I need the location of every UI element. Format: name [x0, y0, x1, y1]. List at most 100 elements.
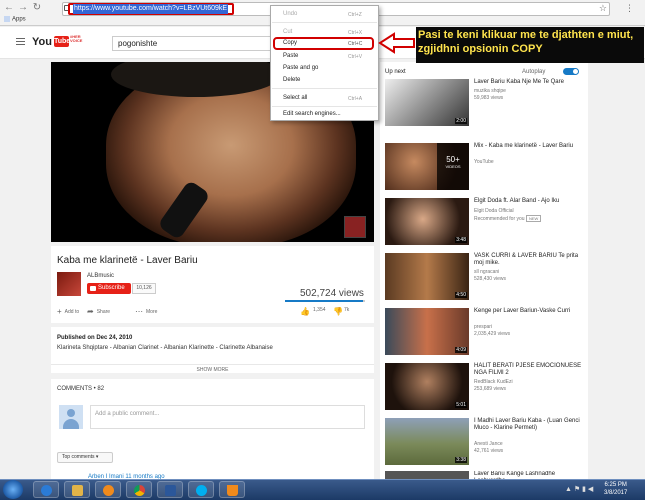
word-icon: [165, 485, 176, 496]
recommended-video[interactable]: 3:48 Elgit Doda ft. Alar Band - Ajo Iku …: [385, 198, 585, 246]
like-button[interactable]: 👍: [300, 307, 313, 316]
reload-button[interactable]: ↻: [32, 2, 42, 14]
shortcut-paste: Ctrl+V: [348, 54, 363, 60]
channel-avatar[interactable]: [57, 272, 81, 296]
browser-menu-icon[interactable]: ⋮: [625, 3, 634, 14]
menu-item-paste-and-go[interactable]: Paste and go: [283, 65, 318, 71]
shortcut-cut: Ctrl+X: [348, 30, 363, 36]
recommended-video[interactable]: 4:50 VASK CURRI & LAVER BARIU Te prita m…: [385, 253, 585, 301]
comment-input[interactable]: Add a public comment...: [90, 405, 365, 429]
recommended-video[interactable]: Laver Bariu Kange Lashnadhe Leshverdhe: [385, 471, 585, 479]
clock-date: 3/8/2017: [604, 490, 628, 496]
like-count: 1,354: [313, 307, 326, 313]
menu-item-select-all[interactable]: Select all: [283, 95, 307, 101]
more-dots-icon: ⋯: [135, 307, 143, 316]
recommended-mix[interactable]: 50+ VIDEOS Mix - Kaba me klarinetë - Lave…: [385, 143, 585, 191]
menu-item-cut[interactable]: Cut: [283, 29, 292, 35]
youtube-doodle: #HER VOICE: [70, 34, 83, 43]
rec-title[interactable]: Mix - Kaba me klarinetë - Laver Bariu: [474, 143, 582, 150]
duration-badge: 4:50: [455, 292, 467, 298]
duration-badge: 5:01: [455, 402, 467, 408]
video-thumbnail[interactable]: 4:09: [385, 308, 469, 355]
skype-taskbar-button[interactable]: [188, 481, 214, 498]
word-taskbar-button[interactable]: [157, 481, 183, 498]
system-tray-icons[interactable]: ▲ ⚑ ▮ ◀: [565, 485, 593, 493]
apps-shortcut[interactable]: Apps: [4, 16, 26, 23]
explorer-taskbar-button[interactable]: [64, 481, 90, 498]
folder-icon: [72, 485, 83, 496]
video-thumbnail[interactable]: 5:01: [385, 363, 469, 410]
user-avatar: [59, 405, 83, 429]
youtube-logo-tube[interactable]: Tube: [54, 36, 70, 47]
duration-badge: 3:38: [455, 457, 467, 463]
menu-item-edit-search-engines[interactable]: Edit search engines...: [283, 111, 341, 117]
vlc-icon: [227, 485, 238, 496]
ie-taskbar-button[interactable]: [33, 481, 59, 498]
system-clock[interactable]: 6:25 PM 3/8/2017: [604, 481, 627, 497]
clock-time: 6:25 PM: [604, 482, 627, 488]
view-count: 502,724 views: [300, 288, 364, 299]
share-button[interactable]: ➦ Share: [87, 307, 110, 316]
video-thumbnail[interactable]: 4:50: [385, 253, 469, 300]
bookmark-star-icon[interactable]: ☆: [599, 3, 607, 14]
url-text[interactable]: https://www.youtube.com/watch?v=LBzVUt60…: [73, 4, 229, 14]
youtube-logo[interactable]: You: [32, 36, 52, 48]
shortcut-select-all: Ctrl+A: [348, 96, 363, 102]
video-thumbnail[interactable]: 2:00: [385, 79, 469, 126]
video-thumbnail[interactable]: 3:48: [385, 198, 469, 245]
sort-comments-dropdown[interactable]: Top comments ▾: [57, 452, 113, 463]
autoplay-label: Autoplay: [522, 69, 546, 75]
video-thumbnail[interactable]: 3:38: [385, 418, 469, 465]
thumbs-up-icon: 👍: [300, 307, 310, 316]
hamburger-menu-icon[interactable]: [16, 38, 25, 45]
recommended-video[interactable]: 3:38 I Madhi Laver Bariu Kaba - (Luan Ge…: [385, 418, 585, 466]
apps-label: Apps: [12, 16, 26, 23]
channel-name[interactable]: ALBmusic: [87, 273, 114, 279]
show-more-button[interactable]: SHOW MORE: [51, 364, 374, 373]
instruction-text: Pasi te keni klikuar me te djathten e mi…: [418, 29, 634, 55]
subscribe-button[interactable]: Subscribe: [87, 283, 131, 294]
rec-title[interactable]: VASK CURRI & LAVER BARIU Te prita moj mi…: [474, 253, 582, 267]
plus-icon: +: [57, 307, 62, 316]
recommended-video[interactable]: 5:01 HALIT BERATI PJESE EMOCIONUESE NGA …: [385, 363, 585, 411]
video-thumbnail[interactable]: 50+ VIDEOS: [385, 143, 469, 190]
search-value: pogonishte: [118, 39, 158, 48]
menu-item-copy[interactable]: Copy: [283, 40, 297, 46]
media-taskbar-button[interactable]: [95, 481, 121, 498]
windows-start-button[interactable]: [3, 480, 23, 499]
rec-views: 42,761 views: [474, 448, 504, 454]
recommended-video[interactable]: 2:00 Laver Bariu Kaba Nje Me Te Qare muz…: [385, 79, 585, 127]
rec-title[interactable]: Laver Bariu Kange Lashnadhe Leshverdhe: [474, 471, 582, 479]
rec-title[interactable]: I Madhi Laver Bariu Kaba - (Luan Genci M…: [474, 418, 582, 432]
back-button[interactable]: ←: [4, 2, 14, 14]
subscriber-count: 10,126: [132, 283, 156, 294]
description-text: Klarineta Shqiptare - Albanian Clarinet …: [57, 345, 273, 351]
new-badge: NEW: [525, 215, 542, 222]
menu-item-paste[interactable]: Paste: [283, 53, 298, 59]
channel-watermark[interactable]: [344, 216, 366, 238]
forward-button[interactable]: →: [18, 2, 28, 14]
rec-title[interactable]: HALIT BERATI PJESE EMOCIONUESE NGA FILMI…: [474, 363, 582, 377]
recommended-video[interactable]: 4:09 Kenge per Laver Bariun-Vaske Curri …: [385, 308, 585, 356]
video-thumbnail[interactable]: [385, 471, 469, 479]
shortcut-copy: Ctrl+C: [348, 41, 363, 47]
shortcut-undo: Ctrl+Z: [348, 12, 362, 18]
vlc-taskbar-button[interactable]: [219, 481, 245, 498]
menu-item-delete[interactable]: Delete: [283, 77, 300, 83]
menu-divider: [272, 22, 377, 23]
share-label: Share: [96, 308, 111, 315]
chrome-taskbar-button[interactable]: [126, 481, 152, 498]
media-player-icon: [103, 485, 114, 496]
rec-title[interactable]: Kenge per Laver Bariun-Vaske Curri: [474, 308, 582, 315]
menu-item-undo[interactable]: Undo: [283, 11, 297, 17]
autoplay-toggle[interactable]: [563, 68, 579, 75]
duration-badge: 3:48: [455, 237, 467, 243]
rec-title[interactable]: Laver Bariu Kaba Nje Me Te Qare: [474, 79, 582, 86]
rec-title[interactable]: Elgit Doda ft. Alar Band - Ajo Iku: [474, 198, 582, 205]
add-to-button[interactable]: + Add to: [57, 307, 79, 316]
more-button[interactable]: ⋯ More: [135, 307, 157, 316]
rec-views: Recommended for you NEW: [474, 215, 542, 222]
rec-channel: Elgit Doda Official: [474, 208, 514, 214]
rec-views: 59,983 views: [474, 95, 504, 101]
rec-channel: muzika shqipe: [474, 88, 506, 94]
